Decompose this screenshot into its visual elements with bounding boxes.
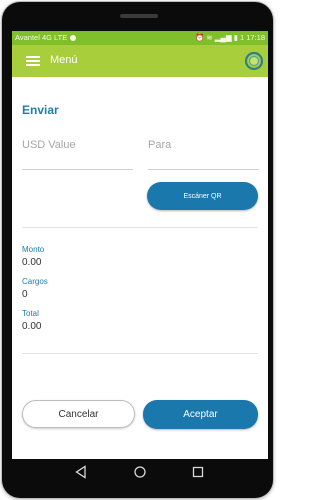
speaker-grille: [120, 14, 158, 18]
phone-frame: Avantel 4G LTE ⏰ ≋ ▂▄▆ ▮ 1 17:18 Menú En: [2, 2, 273, 498]
status-right: ⏰ ≋ ▂▄▆ ▮ 1 17:18: [195, 31, 265, 45]
cancel-button[interactable]: Cancelar: [22, 400, 135, 428]
battery-text: 1: [239, 33, 245, 42]
back-icon[interactable]: [74, 465, 88, 479]
divider: [22, 353, 258, 354]
cargos-label: Cargos: [22, 277, 48, 286]
status-left: Avantel 4G LTE: [15, 31, 77, 45]
clock-text: 17:18: [246, 33, 265, 42]
home-icon[interactable]: [133, 465, 147, 479]
status-bar: Avantel 4G LTE ⏰ ≋ ▂▄▆ ▮ 1 17:18: [12, 31, 268, 45]
brand-logo-icon: [244, 51, 264, 71]
android-nav-bar: [12, 459, 268, 486]
alarm-icon: ⏰: [194, 33, 205, 42]
scan-qr-button[interactable]: Escáner QR: [147, 182, 258, 210]
hamburger-icon[interactable]: [26, 56, 40, 66]
wifi-icon: ≋: [206, 33, 213, 42]
app-screen: Avantel 4G LTE ⏰ ≋ ▂▄▆ ▮ 1 17:18 Menú En: [12, 31, 268, 459]
total-label: Total: [22, 309, 39, 318]
carrier-text: Avantel 4G LTE: [15, 33, 68, 42]
menu-label[interactable]: Menú: [50, 54, 78, 66]
recent-apps-icon[interactable]: [191, 465, 205, 479]
notification-icon: [70, 35, 77, 41]
usd-value-input[interactable]: USD Value: [22, 139, 133, 170]
accept-button[interactable]: Aceptar: [143, 400, 258, 429]
total-value: 0.00: [22, 321, 42, 332]
monto-value: 0.00: [22, 257, 42, 268]
cargos-value: 0: [22, 289, 28, 300]
recipient-input[interactable]: Para: [148, 139, 259, 170]
signal-icon: ▂▄▆: [214, 33, 232, 42]
battery-icon: ▮: [233, 33, 238, 42]
monto-label: Monto: [22, 245, 45, 254]
page-title: Enviar: [22, 103, 59, 117]
app-bar: Menú: [12, 45, 268, 77]
divider: [22, 227, 258, 228]
